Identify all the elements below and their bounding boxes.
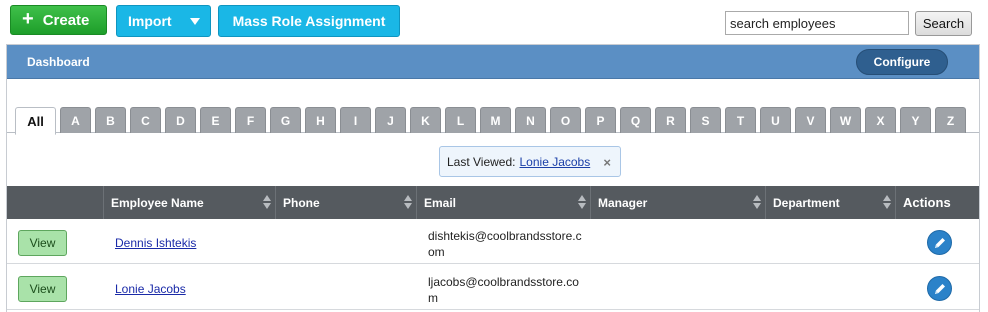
configure-button[interactable]: Configure (856, 49, 948, 75)
last-viewed-label: Last Viewed: (447, 154, 516, 169)
tab-u[interactable]: U (760, 107, 791, 133)
employee-email: ljacobs@coolbrandsstore.com (428, 275, 579, 305)
column-label: Department (773, 195, 840, 210)
sort-icon[interactable] (753, 195, 761, 209)
plus-icon: + (22, 8, 34, 30)
sort-icon[interactable] (883, 195, 891, 209)
tab-j[interactable]: J (375, 107, 406, 133)
sort-icon[interactable] (263, 195, 271, 209)
view-button[interactable]: View (18, 276, 67, 302)
column-label: Email (424, 195, 457, 210)
tab-s[interactable]: S (690, 107, 721, 133)
tab-p[interactable]: P (585, 107, 616, 133)
column-label: Manager (598, 195, 648, 210)
import-label: Import (128, 13, 172, 29)
column-header-actions: Actions (895, 186, 979, 219)
tab-v[interactable]: V (795, 107, 826, 133)
table-row: View Dennis Ishtekis dishtekis@coolbrand… (7, 219, 979, 264)
panel-title: Dashboard (27, 55, 90, 69)
employee-name-link[interactable]: Lonie Jacobs (115, 282, 186, 296)
tab-c[interactable]: C (130, 107, 161, 133)
tab-e[interactable]: E (200, 107, 231, 133)
mass-role-assignment-button[interactable]: Mass Role Assignment (218, 5, 400, 37)
tab-q[interactable]: Q (620, 107, 651, 133)
employee-email: dishtekis@coolbrandsstore.com (428, 229, 582, 259)
edit-pencil-icon[interactable] (927, 230, 952, 255)
last-viewed-badge: Last Viewed: Lonie Jacobs × (439, 146, 621, 177)
dashboard-panel: Dashboard Configure All A B C D E F G H I J K L M N O P Q… (6, 44, 980, 312)
create-button[interactable]: + Create (10, 5, 107, 35)
table-row: View Lonie Jacobs ljacobs@coolbrandsstor… (7, 265, 979, 310)
close-icon[interactable]: × (603, 155, 611, 170)
import-dropdown-button[interactable]: Import (116, 5, 211, 37)
column-header-phone[interactable]: Phone (275, 186, 416, 219)
edit-pencil-icon[interactable] (927, 276, 952, 301)
tab-r[interactable]: R (655, 107, 686, 133)
tab-y[interactable]: Y (900, 107, 931, 133)
tab-all[interactable]: All (15, 107, 56, 135)
column-label: Phone (283, 195, 320, 210)
tab-t[interactable]: T (725, 107, 756, 133)
caret-down-icon (190, 18, 200, 25)
sort-icon[interactable] (404, 195, 412, 209)
mass-role-label: Mass Role Assignment (232, 13, 386, 29)
employee-name-link[interactable]: Dennis Ishtekis (115, 236, 196, 250)
tab-w[interactable]: W (830, 107, 861, 133)
column-header-email[interactable]: Email (416, 186, 590, 219)
column-header-view (7, 186, 103, 219)
tab-z[interactable]: Z (935, 107, 966, 133)
create-label: Create (42, 11, 90, 29)
column-header-department[interactable]: Department (765, 186, 895, 219)
last-viewed-link[interactable]: Lonie Jacobs (520, 155, 591, 169)
search-employees-input[interactable] (725, 11, 909, 35)
panel-header: Dashboard Configure (7, 45, 979, 79)
tab-k[interactable]: K (410, 107, 441, 133)
letter-filter-tabs: All A B C D E F G H I J K L M N O P Q R S T U V W X Y Z (15, 107, 973, 135)
tab-n[interactable]: N (515, 107, 546, 133)
tab-h[interactable]: H (305, 107, 336, 133)
table-header: Employee Name Phone Email Manager Depart… (7, 186, 979, 219)
tab-d[interactable]: D (165, 107, 196, 133)
tab-b[interactable]: B (95, 107, 126, 133)
tab-a[interactable]: A (60, 107, 91, 133)
column-header-manager[interactable]: Manager (590, 186, 765, 219)
top-toolbar: + Create Import Mass Role Assignment Sea… (0, 0, 988, 42)
tab-i[interactable]: I (340, 107, 371, 133)
tab-l[interactable]: L (445, 107, 476, 133)
tab-x[interactable]: X (865, 107, 896, 133)
view-button[interactable]: View (18, 230, 67, 256)
search-button[interactable]: Search (915, 11, 972, 36)
tab-g[interactable]: G (270, 107, 301, 133)
sort-icon[interactable] (578, 195, 586, 209)
column-label: Employee Name (111, 195, 204, 210)
tab-o[interactable]: O (550, 107, 581, 133)
column-header-employee-name[interactable]: Employee Name (103, 186, 275, 219)
tab-f[interactable]: F (235, 107, 266, 133)
tab-m[interactable]: M (480, 107, 511, 133)
